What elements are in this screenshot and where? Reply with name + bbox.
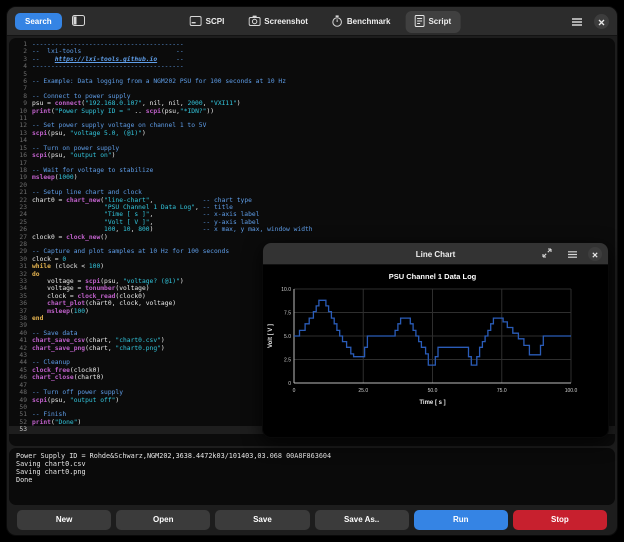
code-line[interactable]: 26 100, 10, 800) -- x max, y max, window… [9,226,615,233]
chart-menu-button[interactable] [563,245,581,263]
console-line: Saving chart0.csv [16,460,608,468]
view-tabs: SCPI Screenshot [181,7,461,36]
code-line[interactable]: 7 [9,85,615,92]
console-line: Saving chart0.png [16,468,608,476]
code-line[interactable]: 20 [9,182,615,189]
main-window: Search SCPI [6,6,618,536]
sidebar-toggle-icon [72,14,85,29]
code-line[interactable]: 14 [9,137,615,144]
sidebar-toggle-button[interactable] [70,12,88,30]
code-line[interactable]: 27clock0 = clock_new() [9,234,615,241]
save-button[interactable]: Save [215,510,309,530]
line-chart-svg: 0 25.0 50.0 75.0 100.0 0 2.5 5.0 7.5 10.0 PSU Chan… [263,265,609,437]
tab-benchmark[interactable]: Benchmark [323,11,400,33]
code-line[interactable]: 17 [9,160,615,167]
svg-text:25.0: 25.0 [358,388,368,394]
close-icon [592,246,598,261]
app-titlebar[interactable]: Search SCPI [7,7,617,36]
hamburger-menu-icon [568,246,577,261]
chart-expand-button[interactable] [538,245,556,263]
code-line[interactable]: 25 "Volt [ V ]", -- y-axis label [9,219,615,226]
hamburger-menu-icon [572,14,582,29]
close-icon [598,14,605,29]
svg-text:5.0: 5.0 [284,334,291,340]
window-close-button[interactable] [594,14,609,29]
code-line[interactable]: 5 [9,71,615,78]
screenshot-icon [248,15,260,28]
benchmark-icon [332,15,343,29]
svg-text:7.5: 7.5 [284,311,291,317]
script-icon [414,15,424,29]
chart-window-controls [538,245,602,263]
svg-text:75.0: 75.0 [497,388,507,394]
button-bar: New Open Save Save As.. Run Stop [7,504,617,535]
tab-label: Screenshot [264,17,308,26]
tab-script[interactable]: Script [405,11,460,33]
svg-text:Volt [ V ]: Volt [ V ] [268,324,274,348]
code-line[interactable]: 1---------------------------------------… [9,41,615,48]
code-line[interactable]: 4---------------------------------------… [9,63,615,70]
tab-label: Script [428,17,451,26]
scpi-icon [190,16,202,28]
code-line[interactable]: 22chart0 = chart_new("line-chart", -- ch… [9,197,615,204]
titlebar-right-controls [568,12,609,30]
svg-text:0: 0 [293,388,296,394]
expand-icon [542,246,552,261]
code-line[interactable]: 11 [9,115,615,122]
svg-text:Time [ s ]: Time [ s ] [419,400,445,406]
save-as-button[interactable]: Save As.. [315,510,409,530]
code-line[interactable]: 8-- Connect to power supply [9,93,615,100]
app-menu-button[interactable] [568,12,586,30]
code-line[interactable]: 9psu = connect("192.168.0.107", nil, nil… [9,100,615,107]
code-line[interactable]: 13scpi(psu, "voltage 5.0, (@1)") [9,130,615,137]
tab-label: SCPI [206,17,225,26]
open-button[interactable]: Open [116,510,210,530]
console-line: Done [16,476,608,484]
app-window: Search SCPI [0,0,624,542]
chart-window-titlebar[interactable]: Line Chart [263,243,608,265]
svg-text:10.0: 10.0 [281,287,291,293]
svg-text:50.0: 50.0 [428,388,438,394]
svg-text:100.0: 100.0 [565,388,578,394]
code-line[interactable]: 18-- Wait for voltage to stabilize [9,167,615,174]
tab-scpi[interactable]: SCPI [181,12,234,32]
output-console[interactable]: Power Supply ID = Rohde&Schwarz,NGM202,3… [9,448,615,505]
svg-text:0: 0 [288,381,291,387]
code-line[interactable]: 10print("Power Supply ID = " .. scpi(psu… [9,108,615,115]
run-button[interactable]: Run [414,510,508,530]
console-line: Power Supply ID = Rohde&Schwarz,NGM202,3… [16,452,608,460]
code-line[interactable]: 19msleep(1000) [9,174,615,181]
code-line[interactable]: 23 "PSU Channel 1 Data Log", -- title [9,204,615,211]
code-line[interactable]: 2-- lxi-tools -- [9,48,615,55]
stop-button[interactable]: Stop [513,510,607,530]
code-line[interactable]: 3-- https://lxi-tools.github.io -- [9,56,615,63]
line-chart-window: Line Chart [262,242,609,438]
svg-text:PSU Channel 1 Data Log: PSU Channel 1 Data Log [389,272,477,281]
search-button[interactable]: Search [15,13,62,30]
code-line[interactable]: 6-- Example: Data logging from a NGM202 … [9,78,615,85]
code-line[interactable]: 21-- Setup line chart and clock [9,189,615,196]
svg-text:2.5: 2.5 [284,358,291,364]
code-line[interactable]: 24 "Time [ s ]", -- x-axis label [9,211,615,218]
code-line[interactable]: 16scpi(psu, "output on") [9,152,615,159]
code-line[interactable]: 12-- Set power supply voltage on channel… [9,122,615,129]
code-line[interactable]: 15-- Turn on power supply [9,145,615,152]
tab-screenshot[interactable]: Screenshot [239,11,317,32]
chart-close-button[interactable] [588,247,602,261]
tab-label: Benchmark [347,17,391,26]
new-button[interactable]: New [17,510,111,530]
